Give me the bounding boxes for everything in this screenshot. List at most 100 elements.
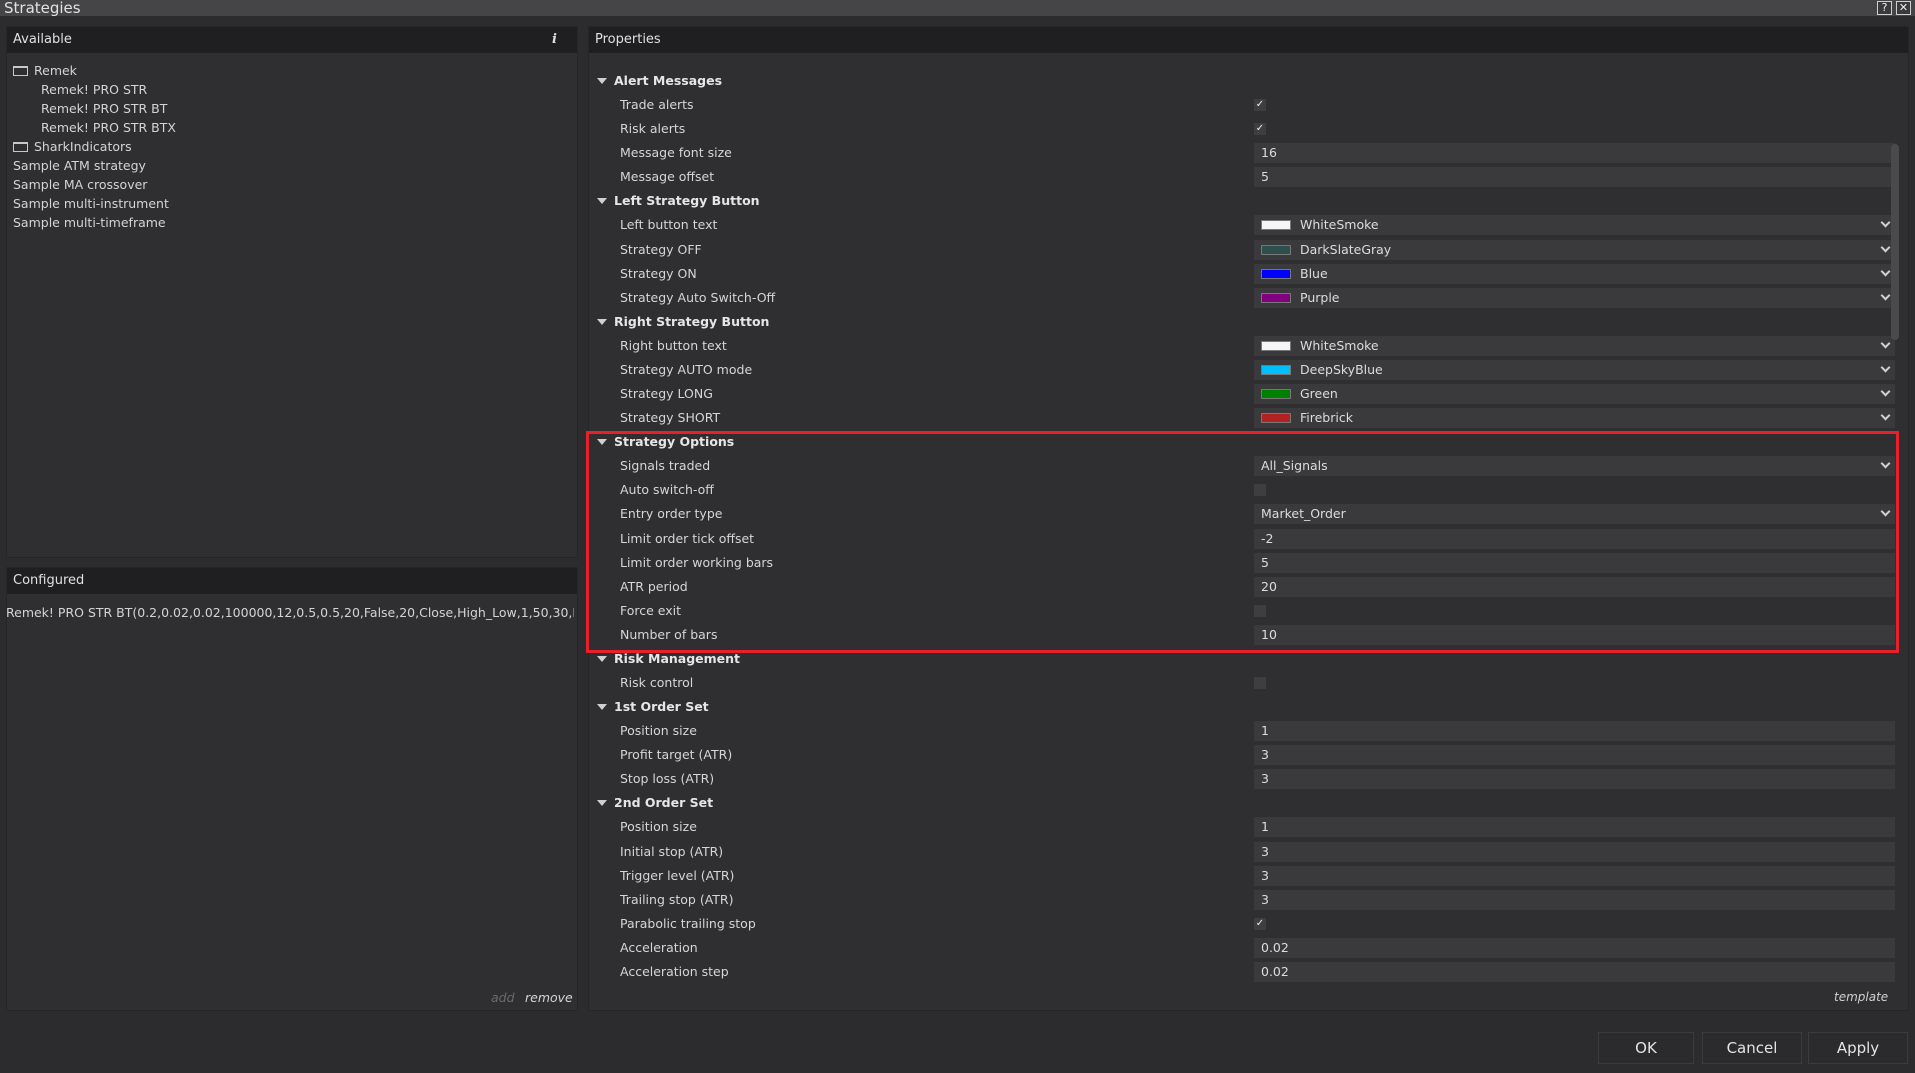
property-input[interactable]: 3 bbox=[1254, 745, 1895, 766]
property-input[interactable]: 5 bbox=[1254, 167, 1895, 188]
property-input[interactable]: 20 bbox=[1254, 576, 1895, 597]
property-input[interactable]: 3 bbox=[1254, 889, 1895, 910]
chevron-down-icon[interactable] bbox=[1880, 242, 1891, 252]
add-button[interactable]: add bbox=[491, 990, 515, 1005]
property-input[interactable]: 3 bbox=[1254, 841, 1895, 862]
configured-header: Configured bbox=[7, 568, 577, 594]
property-input[interactable]: -2 bbox=[1254, 528, 1895, 549]
property-dropdown[interactable]: WhiteSmoke bbox=[1254, 215, 1895, 236]
property-category[interactable]: Alert Messages bbox=[590, 69, 1895, 93]
property-dropdown[interactable]: Blue bbox=[1254, 263, 1895, 284]
available-title: Available bbox=[13, 32, 72, 47]
property-dropdown[interactable]: WhiteSmoke bbox=[1254, 335, 1895, 356]
close-icon[interactable]: ✕ bbox=[1896, 1, 1911, 15]
property-input[interactable]: 0.02 bbox=[1254, 937, 1895, 958]
property-category[interactable]: 1st Order Set bbox=[590, 695, 1895, 719]
property-row: Profit target (ATR) 3 bbox=[590, 743, 1895, 767]
property-input[interactable]: 3 bbox=[1254, 865, 1895, 886]
tree-item[interactable]: Sample ATM strategy bbox=[13, 156, 176, 175]
chevron-down-icon[interactable] bbox=[1880, 218, 1891, 228]
category-label: Alert Messages bbox=[614, 73, 723, 88]
apply-button[interactable]: Apply bbox=[1808, 1032, 1908, 1064]
property-dropdown[interactable]: Market_Order bbox=[1254, 504, 1895, 525]
property-checkbox[interactable] bbox=[1254, 484, 1266, 497]
property-category[interactable]: Strategy Options bbox=[590, 430, 1895, 454]
property-category[interactable]: Right Strategy Button bbox=[590, 310, 1895, 334]
property-input[interactable]: 16 bbox=[1254, 143, 1895, 164]
caret-down-icon[interactable] bbox=[597, 78, 607, 84]
property-dropdown[interactable]: Firebrick bbox=[1254, 408, 1895, 429]
property-checkbox[interactable]: ✓ bbox=[1254, 917, 1266, 930]
tree-item[interactable]: Remek! PRO STR bbox=[13, 80, 176, 99]
property-value: DeepSkyBlue bbox=[1300, 361, 1383, 377]
property-input[interactable]: 10 bbox=[1254, 624, 1895, 645]
chevron-down-icon[interactable] bbox=[1880, 458, 1891, 469]
property-dropdown[interactable]: All_Signals bbox=[1254, 456, 1895, 477]
caret-down-icon[interactable] bbox=[597, 655, 607, 662]
chevron-down-icon[interactable] bbox=[1880, 410, 1891, 421]
configured-strategy-row[interactable]: Remek! PRO STR BT(0.2,0.02,0.02,100000,1… bbox=[6, 604, 574, 622]
chevron-down-icon[interactable] bbox=[1880, 290, 1891, 301]
property-label: ATR period bbox=[620, 578, 688, 594]
property-input[interactable]: 3 bbox=[1254, 769, 1895, 790]
property-dropdown[interactable]: Purple bbox=[1254, 287, 1895, 308]
tree-item[interactable]: Remek! PRO STR BT bbox=[13, 99, 176, 118]
folder-icon bbox=[13, 66, 28, 76]
property-value: 5 bbox=[1261, 554, 1269, 570]
property-checkbox[interactable]: ✓ bbox=[1254, 123, 1266, 136]
chevron-down-icon[interactable] bbox=[1880, 362, 1891, 373]
chevron-down-icon[interactable] bbox=[1880, 506, 1891, 517]
property-category[interactable]: Left Strategy Button bbox=[590, 189, 1895, 213]
property-row: Limit order working bars 5 bbox=[590, 551, 1895, 575]
color-swatch bbox=[1261, 268, 1291, 279]
chevron-down-icon[interactable] bbox=[1880, 338, 1891, 349]
tree-item-label: Sample ATM strategy bbox=[13, 158, 146, 173]
property-row: Trade alerts ✓ bbox=[590, 93, 1895, 117]
property-input[interactable]: 1 bbox=[1254, 721, 1895, 742]
caret-down-icon[interactable] bbox=[597, 318, 607, 325]
folder-icon bbox=[13, 142, 28, 152]
template-link[interactable]: template bbox=[1834, 990, 1888, 1004]
property-category[interactable]: Risk Management bbox=[590, 647, 1895, 671]
property-checkbox[interactable] bbox=[1254, 677, 1266, 689]
tree-item[interactable]: Remek! PRO STR BTX bbox=[13, 118, 176, 137]
tree-item[interactable]: Sample multi-timeframe bbox=[13, 213, 176, 232]
property-row: Stop loss (ATR) 3 bbox=[590, 767, 1895, 791]
caret-down-icon[interactable] bbox=[597, 800, 607, 807]
property-dropdown[interactable]: Green bbox=[1254, 384, 1895, 405]
ok-button[interactable]: OK bbox=[1598, 1032, 1694, 1064]
remove-button[interactable]: remove bbox=[525, 990, 573, 1005]
caret-down-icon[interactable] bbox=[597, 198, 607, 205]
chevron-down-icon[interactable] bbox=[1880, 266, 1891, 277]
property-checkbox[interactable] bbox=[1254, 604, 1266, 617]
properties-panel: Properties Alert Messages Trade alerts ✓ Ri… bbox=[588, 26, 1909, 1011]
caret-down-icon[interactable] bbox=[597, 439, 607, 446]
property-row: Strategy AUTO mode DeepSkyBlue bbox=[590, 358, 1895, 382]
property-label: Strategy SHORT bbox=[620, 410, 721, 426]
tree-item-label: Sample MA crossover bbox=[13, 177, 148, 192]
chevron-down-icon[interactable] bbox=[1880, 386, 1891, 397]
tree-item[interactable]: Sample multi-instrument bbox=[13, 194, 176, 213]
property-dropdown[interactable]: DarkSlateGray bbox=[1254, 239, 1895, 260]
property-value: All_Signals bbox=[1261, 458, 1328, 474]
property-checkbox[interactable]: ✓ bbox=[1254, 99, 1266, 112]
property-input[interactable]: 5 bbox=[1254, 552, 1895, 573]
property-label: Signals traded bbox=[620, 458, 711, 474]
tree-folder[interactable]: SharkIndicators bbox=[13, 137, 176, 156]
property-label: Acceleration step bbox=[620, 963, 729, 979]
property-dropdown[interactable]: DeepSkyBlue bbox=[1254, 359, 1895, 380]
tree-item[interactable]: Sample MA crossover bbox=[13, 175, 176, 194]
caret-down-icon[interactable] bbox=[597, 704, 607, 711]
property-category[interactable]: 2nd Order Set bbox=[590, 791, 1895, 815]
info-icon[interactable]: i bbox=[552, 27, 557, 53]
property-label: Right button text bbox=[620, 337, 727, 353]
property-input[interactable]: 1 bbox=[1254, 817, 1895, 838]
help-icon[interactable]: ? bbox=[1877, 1, 1892, 15]
properties-scrollbar[interactable] bbox=[1891, 144, 1899, 340]
property-input[interactable]: 0.02 bbox=[1254, 961, 1895, 982]
property-value: 3 bbox=[1261, 891, 1269, 907]
tree-folder[interactable]: Remek bbox=[13, 61, 176, 80]
cancel-button[interactable]: Cancel bbox=[1702, 1032, 1802, 1064]
property-row: Position size 1 bbox=[590, 719, 1895, 743]
color-swatch bbox=[1261, 244, 1291, 255]
